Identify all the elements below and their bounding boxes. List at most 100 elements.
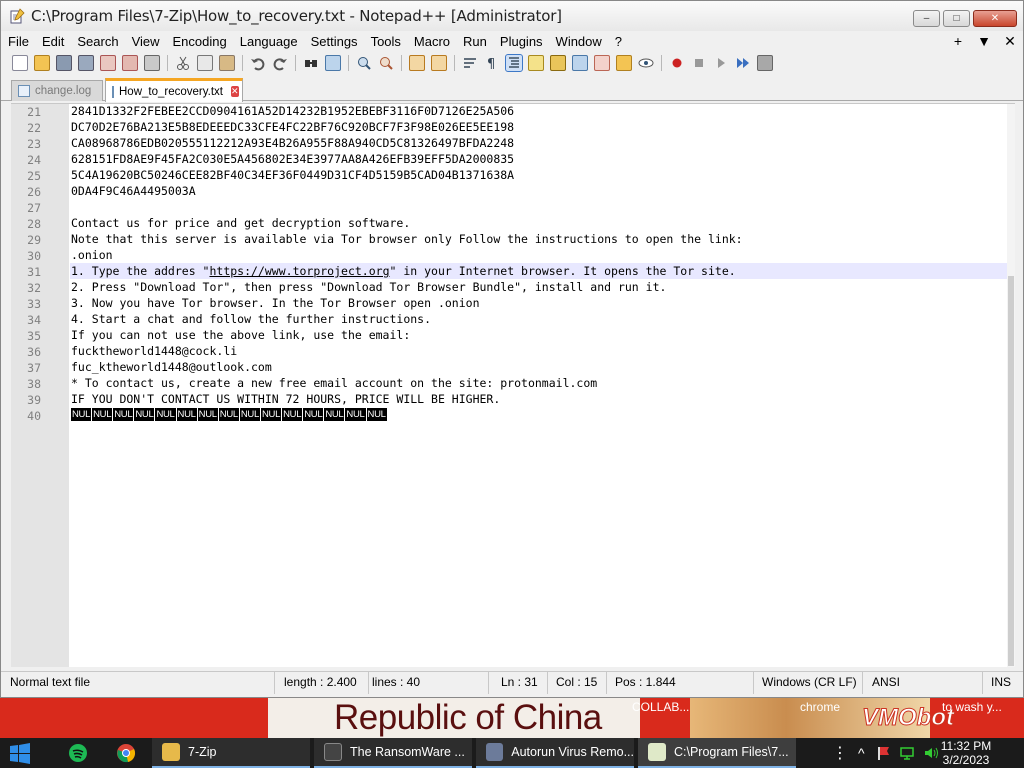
scrollbar-thumb[interactable] — [1008, 276, 1014, 666]
flag-icon[interactable] — [875, 745, 891, 761]
monitoring-icon[interactable] — [638, 55, 654, 71]
status-encoding[interactable]: ANSI — [863, 672, 983, 694]
show-all-characters-icon[interactable]: ¶ — [484, 55, 500, 72]
vertical-scrollbar[interactable] — [1007, 104, 1015, 667]
close-file-icon[interactable] — [100, 55, 116, 71]
menu-edit[interactable]: Edit — [35, 34, 70, 49]
menu-view[interactable]: View — [125, 34, 166, 49]
run-macro-multiple-icon[interactable] — [735, 55, 751, 71]
title-bar[interactable]: C:\Program Files\7-Zip\How_to_recovery.t… — [1, 1, 1023, 31]
zoom-out-icon[interactable] — [378, 55, 394, 71]
menu-language[interactable]: Language — [233, 34, 304, 49]
start-button[interactable] — [8, 738, 44, 768]
menu-tools[interactable]: Tools — [364, 34, 407, 49]
code-line[interactable]: fucktheworld1448@cock.li — [70, 343, 1015, 359]
taskbar-app-spotify[interactable] — [68, 738, 92, 768]
stop-macro-icon[interactable] — [691, 55, 707, 71]
tab-close-icon[interactable]: ✕ — [230, 86, 239, 97]
taskbar-window-ransomware-video[interactable]: The RansomWare ... — [314, 738, 472, 768]
cut-icon[interactable] — [175, 55, 191, 71]
menu-file[interactable]: File — [1, 34, 35, 49]
network-icon[interactable] — [899, 745, 915, 761]
line-number: 25 — [27, 169, 41, 183]
status-pos: Pos : 1.844 — [606, 672, 754, 694]
new-tab-plus-icon[interactable]: + — [945, 33, 971, 49]
code-line[interactable]: 2. Press "Download Tor", then press "Dow… — [70, 279, 1015, 295]
document-map-icon[interactable] — [550, 55, 566, 71]
find-icon[interactable] — [303, 55, 319, 71]
more-options-icon[interactable]: ⋮ — [832, 743, 848, 763]
tab-list-dropdown-icon[interactable]: ▼ — [971, 33, 997, 49]
code-line[interactable]: 1. Type the addres "https://www.torproje… — [70, 263, 1015, 279]
maximize-button[interactable]: □ — [943, 10, 970, 27]
play-macro-icon[interactable] — [713, 55, 729, 71]
code-line[interactable]: * To contact us, create a new free email… — [70, 375, 1015, 391]
desktop-label-chrome[interactable]: chrome — [800, 700, 840, 714]
menu-settings[interactable]: Settings — [304, 34, 364, 49]
folder-as-workspace-icon[interactable] — [616, 55, 632, 71]
redo-icon[interactable] — [272, 55, 288, 71]
menu-run[interactable]: Run — [456, 34, 493, 49]
code-line[interactable]: 5C4A19620BC50246CEE82BF40C34EF36F0449D31… — [70, 167, 1015, 183]
replace-icon[interactable] — [325, 55, 341, 71]
save-macro-icon[interactable] — [757, 55, 773, 71]
save-icon[interactable] — [56, 55, 72, 71]
close-button[interactable]: ✕ — [973, 10, 1017, 27]
menu-search[interactable]: Search — [70, 34, 124, 49]
desktop-label-wash[interactable]: to wash y... — [942, 700, 1002, 714]
minimize-button[interactable]: – — [913, 10, 940, 27]
function-list-icon[interactable] — [594, 55, 610, 71]
document-list-icon[interactable] — [572, 55, 588, 71]
paste-icon[interactable] — [219, 55, 235, 71]
code-line[interactable]: IF YOU DON'T CONTACT US WITHIN 72 HOURS,… — [70, 391, 1015, 407]
close-document-icon[interactable]: ✕ — [997, 33, 1023, 50]
zoom-in-icon[interactable] — [356, 55, 372, 71]
text-editor[interactable]: 21 22 23 24 25 26 27 28 29 30 31 32 33 34 35 36 37 38 39 40… — [11, 103, 1015, 667]
indent-guide-icon[interactable] — [505, 54, 523, 72]
tab-change-log[interactable]: change.log — [11, 80, 103, 101]
taskbar-clock[interactable]: 11:32 PM 3/2/2023 — [934, 739, 998, 767]
code-line[interactable]: Note that this server is available via T… — [70, 231, 1015, 247]
code-line[interactable]: NUL NUL NUL NUL NUL NUL NUL NUL NUL NUL NUL NUL NUL N… — [70, 407, 1015, 423]
save-all-icon[interactable] — [78, 55, 94, 71]
sync-horizontal-icon[interactable] — [431, 55, 447, 71]
close-all-icon[interactable] — [122, 55, 138, 71]
menu-plugins[interactable]: Plugins — [493, 34, 549, 49]
desktop-label-collab[interactable]: COLLAB... — [632, 700, 689, 714]
menu-encoding[interactable]: Encoding — [166, 34, 233, 49]
menu-window[interactable]: Window — [549, 34, 608, 49]
code-line[interactable] — [70, 199, 1015, 215]
code-line[interactable]: 2841D1332F2FEBEE2CCD0904161A52D14232B195… — [70, 103, 1015, 119]
code-line[interactable]: If you can not use the above link, use t… — [70, 327, 1015, 343]
copy-icon[interactable] — [197, 55, 213, 71]
undo-icon[interactable] — [250, 55, 266, 71]
tor-project-link[interactable]: https://www.torproject.org — [209, 264, 389, 278]
taskbar-app-chrome[interactable] — [116, 738, 140, 768]
new-file-icon[interactable] — [12, 55, 28, 71]
record-macro-icon[interactable] — [669, 55, 685, 71]
show-hidden-icons-icon[interactable]: ^ — [858, 745, 865, 761]
code-line[interactable]: 4. Start a chat and follow the further i… — [70, 311, 1015, 327]
status-eol[interactable]: Windows (CR LF) — [753, 672, 863, 694]
open-file-icon[interactable] — [34, 55, 50, 71]
tab-how-to-recovery[interactable]: How_to_recovery.txt ✕ — [105, 78, 243, 102]
code-line[interactable]: Contact us for price and get decryption … — [70, 215, 1015, 231]
code-line[interactable]: 628151FD8AE9F45FA2C030E5A456802E34E3977A… — [70, 151, 1015, 167]
line-number-gutter: 21 22 23 24 25 26 27 28 29 30 31 32 33 34 35 36 37 38 39 40 — [11, 104, 69, 667]
menu-help[interactable]: ? — [608, 34, 628, 49]
code-line[interactable]: .onion — [70, 247, 1015, 263]
code-line[interactable]: DC70D2E76BA213E5B8EDEEEDC33CFE4FC22BF76C… — [70, 119, 1015, 135]
taskbar-window-notepadpp[interactable]: C:\Program Files\7... — [638, 738, 796, 768]
taskbar-window-7zip[interactable]: 7-Zip — [152, 738, 310, 768]
sync-vertical-icon[interactable] — [409, 55, 425, 71]
print-icon[interactable] — [144, 55, 160, 71]
status-insert-mode[interactable]: INS — [982, 672, 1023, 694]
taskbar-window-autorun-remover[interactable]: Autorun Virus Remo... — [476, 738, 634, 768]
code-line[interactable]: 3. Now you have Tor browser. In the Tor … — [70, 295, 1015, 311]
code-line[interactable]: 0DA4F9C46A4495003A — [70, 183, 1015, 199]
code-line[interactable]: CA08968786EDB020555112212A93E4B26A955F88… — [70, 135, 1015, 151]
user-language-icon[interactable] — [528, 55, 544, 71]
word-wrap-icon[interactable] — [462, 55, 478, 71]
menu-macro[interactable]: Macro — [407, 34, 456, 49]
code-line[interactable]: fuc_ktheworld1448@outlook.com — [70, 359, 1015, 375]
